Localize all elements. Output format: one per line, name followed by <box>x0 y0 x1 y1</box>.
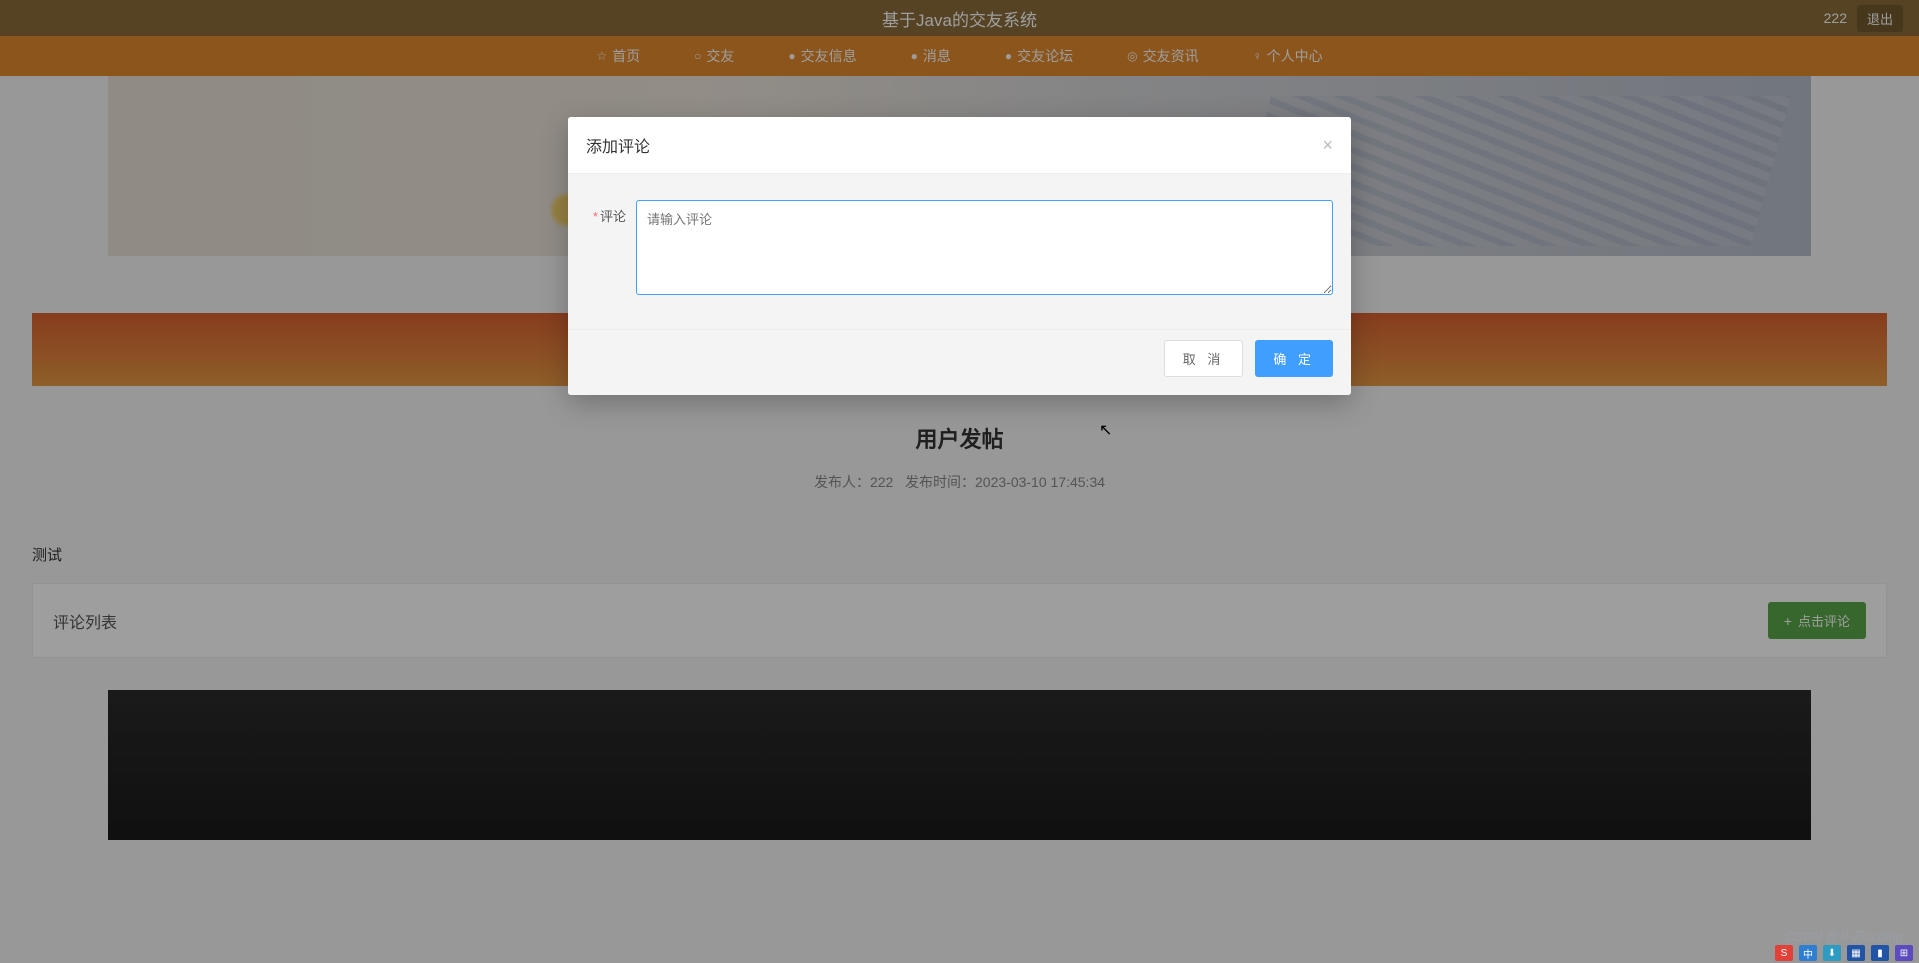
dialog-title: 添加评论 <box>586 133 650 157</box>
taskbar-icon[interactable]: 中 <box>1799 945 1817 961</box>
confirm-button[interactable]: 确 定 <box>1255 340 1333 377</box>
modal-overlay[interactable]: 添加评论 × *评论 取 消 确 定 <box>0 0 1919 963</box>
taskbar-icon[interactable]: ▦ <box>1847 945 1865 961</box>
taskbar-icon[interactable]: ▮ <box>1871 945 1889 961</box>
dialog-body: *评论 <box>568 174 1351 329</box>
taskbar-icon[interactable]: S <box>1775 945 1793 961</box>
comment-textarea[interactable] <box>636 200 1333 295</box>
dialog-footer: 取 消 确 定 <box>568 329 1351 395</box>
taskbar-icon[interactable]: ⬇ <box>1823 945 1841 961</box>
field-label-text: 评论 <box>600 209 626 224</box>
required-mark: * <box>593 209 598 224</box>
close-icon[interactable]: × <box>1322 136 1333 154</box>
taskbar-icon[interactable]: ⊞ <box>1895 945 1913 961</box>
add-comment-dialog: 添加评论 × *评论 取 消 确 定 <box>568 117 1351 395</box>
comment-field-label: *评论 <box>586 200 626 225</box>
cancel-button[interactable]: 取 消 <box>1164 340 1244 377</box>
dialog-header: 添加评论 × <box>568 117 1351 174</box>
form-row-comment: *评论 <box>586 200 1333 295</box>
taskbar: S 中 ⬇ ▦ ▮ ⊞ <box>1769 943 1919 963</box>
